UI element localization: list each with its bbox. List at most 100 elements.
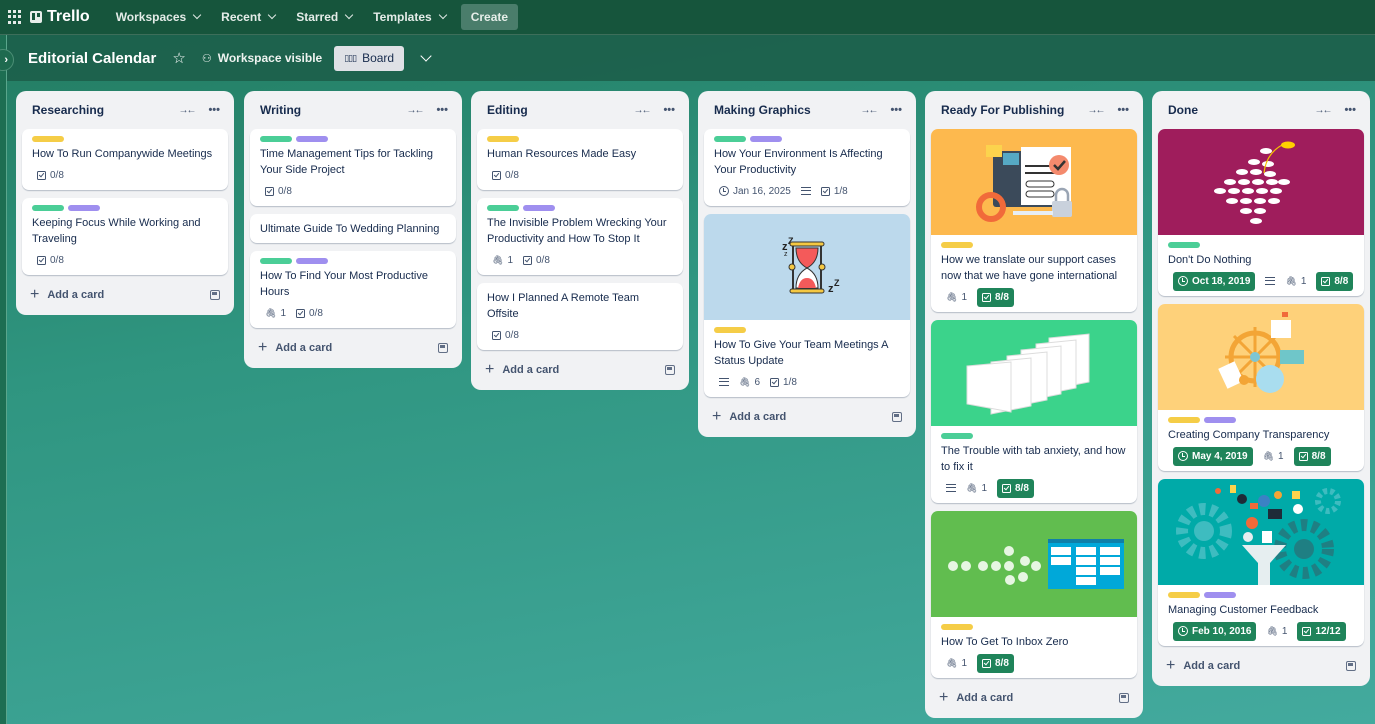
create-from-template-icon[interactable] (1346, 661, 1356, 671)
create-button[interactable]: Create (460, 4, 519, 30)
card-badges: Jan 16, 2025 1/8 (714, 182, 900, 200)
paperclip-icon: 🖇 (1262, 450, 1275, 461)
nav-recent[interactable]: Recent (213, 4, 283, 30)
card[interactable]: How To Find Your Most Productive Hours 🖇 1… (250, 251, 456, 328)
list-menu-icon[interactable]: ••• (1117, 104, 1129, 116)
list-menu-icon[interactable]: ••• (208, 104, 220, 116)
card[interactable]: Human Resources Made Easy 0/8 (477, 129, 683, 190)
card-badges: 🖇 1 8/8 (941, 478, 1127, 498)
list-title[interactable]: Making Graphics (714, 103, 860, 117)
label-purple[interactable] (1204, 417, 1236, 423)
star-board-icon[interactable]: ☆ (172, 49, 185, 67)
attachments-badge: 🖇 1 (1285, 276, 1306, 287)
label-yellow[interactable] (941, 242, 973, 248)
visibility-button[interactable]: ⚇ Workspace visible (202, 51, 322, 65)
label-yellow[interactable] (1168, 417, 1200, 423)
card-title: How I Planned A Remote Team Offsite (487, 292, 640, 320)
nav-workspaces[interactable]: Workspaces (108, 4, 208, 30)
collapse-list-icon[interactable]: →← (406, 105, 424, 116)
label-yellow[interactable] (1168, 592, 1200, 598)
clock-icon (1178, 451, 1188, 461)
label-yellow[interactable] (487, 136, 519, 142)
card[interactable]: The Invisible Problem Wrecking Your Prod… (477, 198, 683, 275)
card[interactable]: Keeping Focus While Working and Travelin… (22, 198, 228, 275)
label-purple[interactable] (68, 205, 100, 211)
label-yellow[interactable] (32, 136, 64, 142)
label-green[interactable] (1168, 242, 1200, 248)
list-menu-icon[interactable]: ••• (1344, 104, 1356, 116)
label-green[interactable] (260, 136, 292, 142)
card[interactable]: How we translate our support cases now t… (931, 129, 1137, 312)
collapse-list-icon[interactable]: →← (178, 105, 196, 116)
label-purple[interactable] (750, 136, 782, 142)
description-icon (946, 484, 956, 492)
add-card-button[interactable]: + Add a card (931, 686, 1137, 710)
label-purple[interactable] (296, 258, 328, 264)
label-green[interactable] (714, 136, 746, 142)
checklist-icon (492, 330, 501, 340)
card[interactable]: How To Get To Inbox Zero 🖇 1 8/8 (931, 511, 1137, 678)
label-purple[interactable] (296, 136, 328, 142)
collapse-list-icon[interactable]: →← (1087, 105, 1105, 116)
label-green[interactable] (260, 258, 292, 264)
svg-text:z: z (784, 251, 788, 258)
people-icon: ⚇ (201, 52, 212, 65)
board-view-button[interactable]: ▯▯▯ Board (334, 45, 405, 71)
due-date-badge[interactable]: Feb 10, 2016 (1173, 621, 1257, 641)
card[interactable]: Managing Customer Feedback Feb 10, 2016 🖇 1… (1158, 479, 1364, 646)
label-yellow[interactable] (714, 327, 746, 333)
create-from-template-icon[interactable] (438, 343, 448, 353)
add-card-button[interactable]: + Add a card (477, 358, 683, 382)
label-purple[interactable] (523, 205, 555, 211)
create-from-template-icon[interactable] (210, 290, 220, 300)
create-from-template-icon[interactable] (665, 365, 675, 375)
card[interactable]: How Your Environment Is Affecting Your P… (704, 129, 910, 206)
card[interactable]: z Zz z Z How To Give Your Team Meetings A St… (704, 214, 910, 397)
create-from-template-icon[interactable] (892, 412, 902, 422)
add-card-button[interactable]: + Add a card (22, 283, 228, 307)
card[interactable]: Time Management Tips for Tackling Your S… (250, 129, 456, 206)
card[interactable]: Don't Do Nothing Oct 18, 2019 🖇 1 8/8 (1158, 129, 1364, 296)
chevron-down-icon (192, 10, 202, 20)
list-title[interactable]: Researching (32, 103, 178, 117)
card[interactable]: Creating Company Transparency May 4, 2019… (1158, 304, 1364, 471)
card[interactable]: The Trouble with tab anxiety, and how to… (931, 320, 1137, 503)
create-from-template-icon[interactable] (1119, 693, 1129, 703)
list-menu-icon[interactable]: ••• (890, 104, 902, 116)
card[interactable]: Ultimate Guide To Wedding Planning (250, 214, 456, 243)
collapse-list-icon[interactable]: →← (860, 105, 878, 116)
collapse-list-icon[interactable]: →← (1314, 105, 1332, 116)
label-green[interactable] (941, 433, 973, 439)
list-title[interactable]: Editing (487, 103, 633, 117)
add-card-button[interactable]: + Add a card (1158, 654, 1364, 678)
list-editing: Editing →← ••• Human Resources Made Easy 0/8… (471, 91, 689, 390)
checklist-icon (982, 292, 991, 302)
label-green[interactable] (32, 205, 64, 211)
trello-logo[interactable]: Trello (30, 8, 90, 26)
list-title[interactable]: Done (1168, 103, 1314, 117)
label-yellow[interactable] (941, 624, 973, 630)
card-title: Creating Company Transparency (1168, 429, 1330, 441)
collapse-list-icon[interactable]: →← (633, 105, 651, 116)
due-date-badge[interactable]: Jan 16, 2025 (719, 186, 791, 197)
add-card-button[interactable]: + Add a card (250, 336, 456, 360)
card[interactable]: How To Run Companywide Meetings 0/8 (22, 129, 228, 190)
board-title[interactable]: Editorial Calendar (28, 50, 156, 67)
card[interactable]: How I Planned A Remote Team Offsite 0/8 (477, 283, 683, 350)
description-badge (719, 378, 729, 386)
list-title[interactable]: Writing (260, 103, 406, 117)
view-switcher-chevron-icon[interactable] (420, 49, 432, 62)
nav-templates[interactable]: Templates (365, 4, 453, 30)
list-menu-icon[interactable]: ••• (436, 104, 448, 116)
list-title[interactable]: Ready For Publishing (941, 103, 1087, 117)
checklist-count: 12/12 (1315, 625, 1341, 637)
due-date-badge[interactable]: May 4, 2019 (1173, 446, 1253, 466)
nav-starred[interactable]: Starred (288, 4, 360, 30)
add-card-button[interactable]: + Add a card (704, 405, 910, 429)
app-switcher-icon[interactable] (8, 10, 22, 24)
due-date-badge[interactable]: Oct 18, 2019 (1173, 271, 1256, 291)
label-purple[interactable] (1204, 592, 1236, 598)
browser-tabs-cover-image (931, 320, 1137, 426)
label-green[interactable] (487, 205, 519, 211)
list-menu-icon[interactable]: ••• (663, 104, 675, 116)
